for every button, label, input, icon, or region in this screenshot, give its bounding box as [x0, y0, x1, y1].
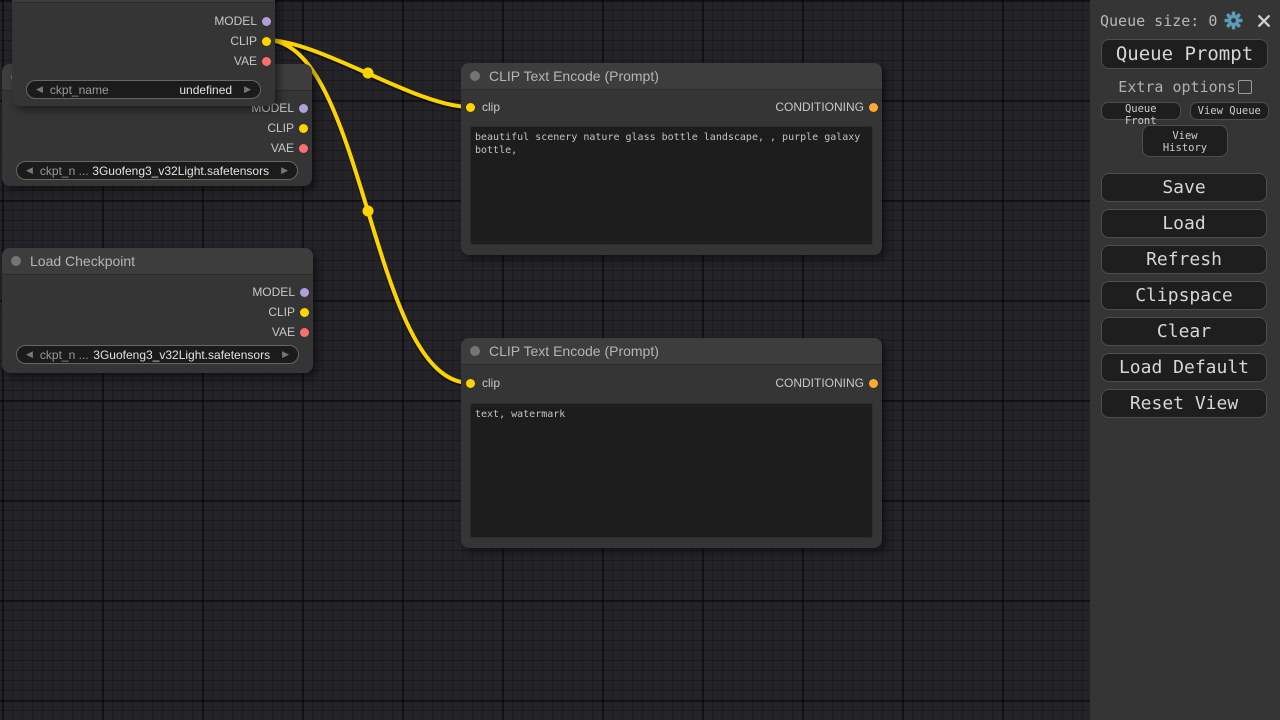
output-slot-label: VAE: [271, 141, 294, 155]
comfy-menu: Queue size: 0 Que: [1090, 0, 1280, 720]
clipspace-button[interactable]: Clipspace: [1101, 281, 1267, 310]
conditioning-output-dot[interactable]: [869, 379, 878, 388]
menu-buttons: Save Load Refresh Clipspace Clear Load D…: [1090, 173, 1280, 418]
io-slot-row: clip CONDITIONING: [461, 90, 882, 124]
reset-view-button[interactable]: Reset View: [1101, 389, 1267, 418]
collapse-dot-icon[interactable]: [470, 71, 480, 81]
combo-right-arrow-icon[interactable]: ▶: [281, 166, 288, 175]
clear-button[interactable]: Clear: [1101, 317, 1267, 346]
queue-size-label: Queue size: 0: [1100, 12, 1217, 30]
refresh-button[interactable]: Refresh: [1101, 245, 1267, 274]
output-slot-clip: CLIP: [2, 302, 313, 322]
output-slot-vae: VAE: [12, 51, 275, 71]
combo-left-arrow-icon[interactable]: ◀: [26, 166, 33, 175]
node-load-checkpoint[interactable]: Load Checkpoint MODEL CLIP VAE ◀ ckpt_n: [2, 248, 313, 373]
node-title: Load Checkpoint: [30, 253, 135, 269]
input-slot-label: clip: [482, 100, 500, 114]
node-canvas[interactable]: MODEL CLIP VAE ◀ ckpt_n ... 3Guofeng3_v3…: [0, 0, 1090, 720]
save-button[interactable]: Save: [1101, 173, 1267, 202]
extra-options-label: Extra options: [1118, 78, 1235, 96]
widget-label: ckpt_n ...: [40, 164, 89, 178]
input-slot-label: clip: [482, 376, 500, 390]
output-slot-label: VAE: [272, 325, 295, 339]
queue-controls-row: Queue Front View Queue: [1101, 102, 1269, 120]
widget-value: undefined: [179, 83, 232, 97]
node-title-bar[interactable]: CLIP Text Encode (Prompt): [461, 338, 882, 365]
menu-header: Queue size: 0: [1090, 0, 1280, 30]
clip-output-dot[interactable]: [299, 124, 308, 133]
clip-output-dot[interactable]: [300, 308, 309, 317]
output-slot-label: CONDITIONING: [775, 100, 864, 114]
ckpt-name-widget[interactable]: ◀ ckpt_name undefined ▶: [26, 80, 261, 99]
conditioning-output-dot[interactable]: [869, 103, 878, 112]
clip-input-dot[interactable]: [466, 379, 475, 388]
widget-value: 3Guofeng3_v32Light.safetensors: [93, 348, 270, 362]
node-title-bar[interactable]: CLIP Text Encode (Prompt): [461, 63, 882, 90]
clip-output-dot[interactable]: [262, 37, 271, 46]
vae-output-dot[interactable]: [300, 328, 309, 337]
node-title-bar[interactable]: Load Checkpoint: [2, 248, 313, 275]
combo-right-arrow-icon[interactable]: ▶: [282, 350, 289, 359]
node-title: CLIP Text Encode (Prompt): [489, 68, 659, 84]
model-output-dot[interactable]: [300, 288, 309, 297]
prompt-textarea[interactable]: text, watermark: [470, 403, 873, 538]
link-midpoint-dot: [363, 68, 374, 79]
close-menu-icon[interactable]: [1257, 14, 1271, 28]
combo-right-arrow-icon[interactable]: ▶: [244, 85, 251, 94]
combo-left-arrow-icon[interactable]: ◀: [26, 350, 33, 359]
widget-label: ckpt_n ...: [40, 348, 89, 362]
queue-front-button[interactable]: Queue Front: [1101, 102, 1181, 120]
output-slot-clip: CLIP: [2, 118, 312, 138]
output-slot-vae: VAE: [2, 322, 313, 342]
output-slot-label: CLIP: [268, 305, 295, 319]
view-queue-button[interactable]: View Queue: [1190, 102, 1270, 120]
output-slot-label: MODEL: [214, 14, 257, 28]
node-clip-text-encode-negative[interactable]: CLIP Text Encode (Prompt) clip CONDITION…: [461, 338, 882, 548]
load-button[interactable]: Load: [1101, 209, 1267, 238]
io-slot-row: clip CONDITIONING: [461, 365, 882, 401]
load-default-button[interactable]: Load Default: [1101, 353, 1267, 382]
ckpt-name-widget[interactable]: ◀ ckpt_n ... 3Guofeng3_v32Light.safetens…: [16, 161, 298, 180]
combo-left-arrow-icon[interactable]: ◀: [36, 85, 43, 94]
output-slot-label: VAE: [234, 54, 257, 68]
output-slot-clip: CLIP: [12, 31, 275, 51]
clip-input-dot[interactable]: [466, 103, 475, 112]
output-slot-label: CLIP: [230, 34, 257, 48]
model-output-dot[interactable]: [262, 17, 271, 26]
queue-prompt-button[interactable]: Queue Prompt: [1101, 39, 1268, 69]
vae-output-dot[interactable]: [262, 57, 271, 66]
output-slot-model: MODEL: [12, 11, 275, 31]
output-slot-model: MODEL: [2, 282, 313, 302]
link-midpoint-dot: [363, 206, 374, 217]
extra-options-row: Extra options: [1090, 78, 1280, 96]
output-slot-label: MODEL: [252, 285, 295, 299]
collapse-dot-icon[interactable]: [470, 346, 480, 356]
node-clip-text-encode-positive[interactable]: CLIP Text Encode (Prompt) clip CONDITION…: [461, 63, 882, 255]
view-history-button[interactable]: View History: [1142, 125, 1228, 157]
prompt-textarea[interactable]: beautiful scenery nature glass bottle la…: [470, 126, 873, 245]
output-slot-label: CLIP: [267, 121, 294, 135]
extra-options-checkbox[interactable]: [1238, 80, 1252, 94]
node-title: CLIP Text Encode (Prompt): [489, 343, 659, 359]
node-checkpoint-top[interactable]: MODEL CLIP VAE ◀ ckpt_name undefined ▶: [12, 0, 275, 106]
settings-gear-icon[interactable]: [1224, 11, 1243, 30]
model-output-dot[interactable]: [299, 104, 308, 113]
output-slot-vae: VAE: [2, 138, 312, 158]
widget-label: ckpt_name: [50, 83, 109, 97]
comfyui-app: MODEL CLIP VAE ◀ ckpt_n ... 3Guofeng3_v3…: [0, 0, 1280, 720]
collapse-dot-icon[interactable]: [11, 256, 21, 266]
vae-output-dot[interactable]: [299, 144, 308, 153]
widget-value: 3Guofeng3_v32Light.safetensors: [92, 164, 269, 178]
ckpt-name-widget[interactable]: ◀ ckpt_n ... 3Guofeng3_v32Light.safetens…: [16, 345, 299, 364]
output-slot-label: CONDITIONING: [775, 376, 864, 390]
